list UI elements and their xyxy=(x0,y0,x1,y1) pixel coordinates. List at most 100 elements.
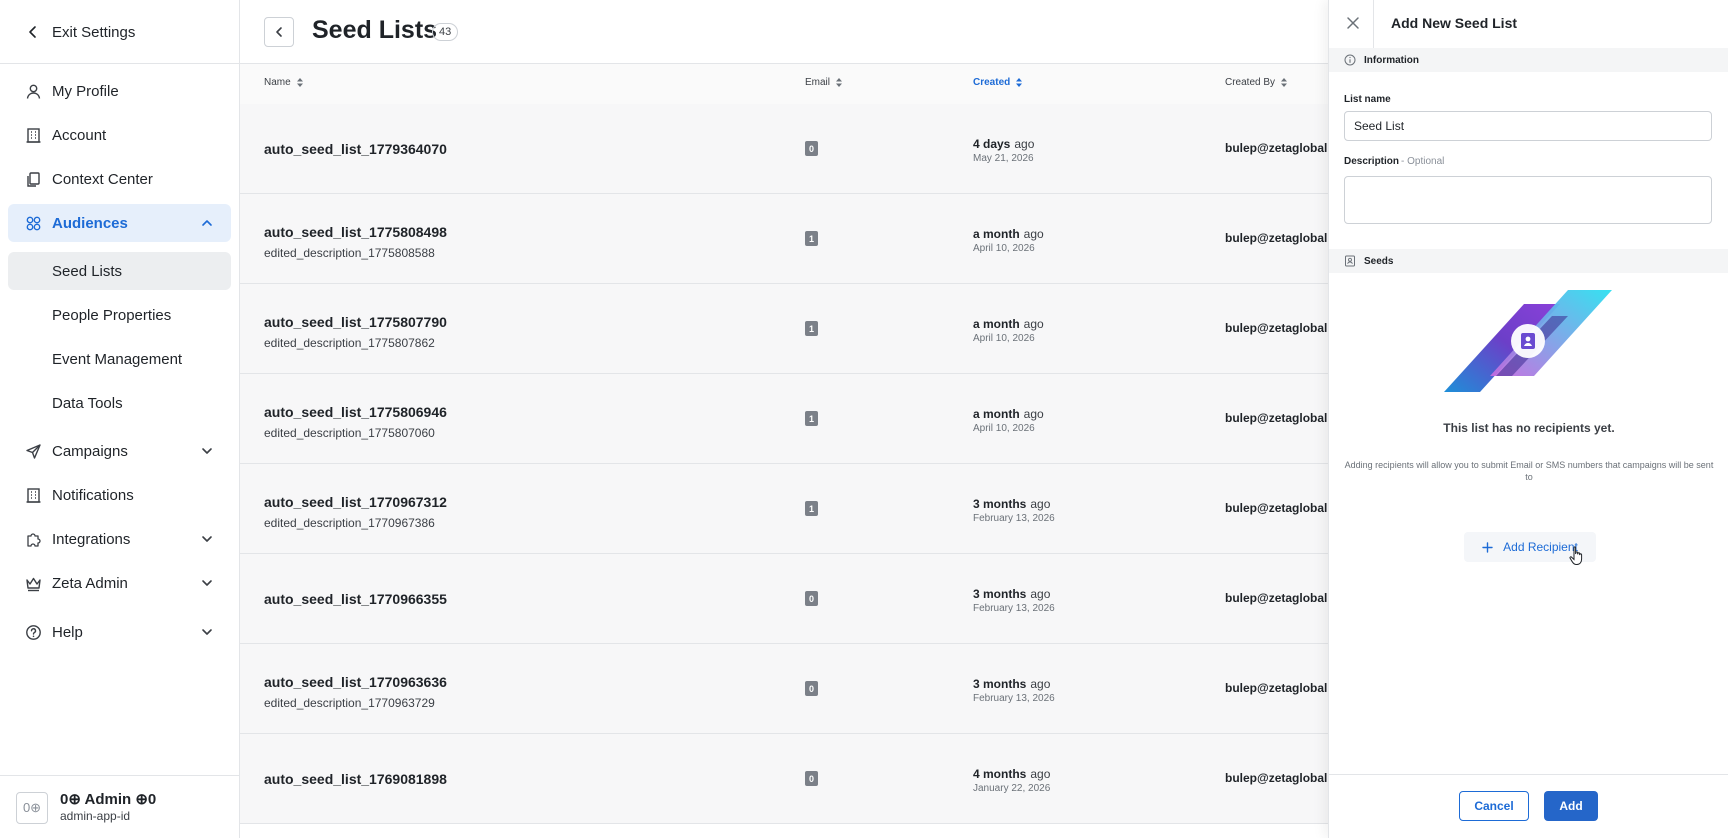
created-date: February 13, 2026 xyxy=(973,693,1055,704)
created-date: April 10, 2026 xyxy=(973,423,1035,434)
email-count-badge: 1 xyxy=(805,231,818,246)
created-relative: 3 months ago xyxy=(973,587,1051,601)
column-header-label: Name xyxy=(264,77,291,88)
sidebar-item-label: Campaigns xyxy=(52,442,128,460)
empty-state-description: Adding recipients will allow you to subm… xyxy=(1344,460,1714,482)
chevron-up-icon xyxy=(202,220,212,226)
empty-list-illustration-icon xyxy=(1444,290,1612,392)
row-name: auto_seed_list_1769081898 xyxy=(264,771,447,787)
panel-footer-divider xyxy=(1329,774,1728,775)
sidebar-item-audiences[interactable]: Audiences xyxy=(8,204,231,242)
sidebar-subitem-event-management[interactable]: Event Management xyxy=(8,340,231,378)
created-relative: 3 months ago xyxy=(973,497,1051,511)
back-button[interactable] xyxy=(264,17,294,47)
table-row[interactable]: auto_seed_list_1775806946 edited_descrip… xyxy=(240,374,1337,464)
row-name: auto_seed_list_1775806946 xyxy=(264,404,447,420)
sort-icon xyxy=(1016,78,1023,87)
cancel-button[interactable]: Cancel xyxy=(1459,791,1529,821)
paper-plane-icon xyxy=(25,443,42,460)
sidebar-subitem-people-properties[interactable]: People Properties xyxy=(8,296,231,334)
column-header-label: Email xyxy=(805,77,831,88)
user-profile-box[interactable]: 0⊕ 0⊕ Admin ⊕0 admin-app-id xyxy=(0,775,239,838)
created-by: bulep@zetaglobal.c xyxy=(1225,591,1338,605)
add-recipient-label: Add Recipient xyxy=(1503,540,1578,554)
sidebar-item-label: Help xyxy=(52,623,83,641)
close-icon[interactable] xyxy=(1345,15,1361,31)
info-icon xyxy=(1344,54,1356,66)
section-label: Seeds xyxy=(1364,255,1394,267)
table-row[interactable]: auto_seed_list_1770967312 edited_descrip… xyxy=(240,464,1337,554)
sidebar-item-integrations[interactable]: Integrations xyxy=(8,520,231,558)
chevron-left-icon xyxy=(276,27,282,37)
section-label: Information xyxy=(1364,54,1419,66)
sidebar-item-campaigns[interactable]: Campaigns xyxy=(8,432,231,470)
list-name-input[interactable]: Seed List xyxy=(1344,111,1712,141)
row-name: auto_seed_list_1779364070 xyxy=(264,141,447,157)
table-row[interactable]: auto_seed_list_1775807790 edited_descrip… xyxy=(240,284,1337,374)
row-name: auto_seed_list_1775807790 xyxy=(264,314,447,330)
add-button[interactable]: Add xyxy=(1544,791,1598,821)
panel-title: Add New Seed List xyxy=(1391,15,1518,31)
sidebar-item-help[interactable]: Help xyxy=(8,613,231,651)
avatar: 0⊕ xyxy=(16,792,48,824)
created-relative: 4 months ago xyxy=(973,767,1051,781)
sidebar-subitem-label: People Properties xyxy=(52,306,172,324)
created-by: bulep@zetaglobal.c xyxy=(1225,321,1338,335)
table-body: auto_seed_list_1779364070 0 4 days ago Ma… xyxy=(240,104,1337,824)
email-count-badge: 1 xyxy=(805,501,818,516)
table-row[interactable]: auto_seed_list_1775808498 edited_descrip… xyxy=(240,194,1337,284)
panel-title-divider xyxy=(1373,0,1374,48)
help-circle-icon xyxy=(25,624,42,641)
sidebar-item-label: Notifications xyxy=(52,486,134,504)
user-icon xyxy=(25,83,42,100)
exit-settings-button[interactable]: Exit Settings xyxy=(26,20,135,44)
section-information: Information xyxy=(1329,48,1728,72)
sidebar-item-notifications[interactable]: Notifications xyxy=(8,476,231,514)
sidebar-item-zeta-admin[interactable]: Zeta Admin xyxy=(8,564,231,602)
add-seed-list-panel: Add New Seed List Information List name … xyxy=(1328,0,1728,838)
email-count-badge: 0 xyxy=(805,591,818,606)
chevron-left-icon xyxy=(29,26,36,38)
email-count-badge: 0 xyxy=(805,141,818,156)
row-description: edited_description_1770967386 xyxy=(264,516,435,530)
table-row[interactable]: auto_seed_list_1779364070 0 4 days ago Ma… xyxy=(240,104,1337,194)
sidebar-subitem-data-tools[interactable]: Data Tools xyxy=(8,384,231,422)
created-date: February 13, 2026 xyxy=(973,603,1055,614)
user-name: 0⊕ Admin ⊕0 xyxy=(60,791,157,808)
building-icon xyxy=(25,127,42,144)
created-relative: a month ago xyxy=(973,227,1044,241)
sidebar-item-my-profile[interactable]: My Profile xyxy=(8,72,231,110)
section-seeds: Seeds xyxy=(1329,249,1728,273)
plus-icon xyxy=(1482,541,1493,553)
main-content: Seed Lists 43 Name Email Created Created… xyxy=(240,0,1337,838)
count-badge: 43 xyxy=(432,23,459,41)
row-name: auto_seed_list_1775808498 xyxy=(264,224,447,240)
sidebar-item-label: Integrations xyxy=(52,530,131,548)
created-relative: a month ago xyxy=(973,317,1044,331)
column-header-name[interactable]: Name xyxy=(264,77,303,88)
sidebar-item-label: Zeta Admin xyxy=(52,574,128,592)
sidebar-item-label: Audiences xyxy=(52,214,128,232)
sidebar: Exit Settings My Profile Account Context… xyxy=(0,0,240,838)
sidebar-subitem-seed-lists[interactable]: Seed Lists xyxy=(8,252,231,290)
building-icon xyxy=(25,487,42,504)
chevron-down-icon xyxy=(202,536,212,542)
sidebar-item-account[interactable]: Account xyxy=(8,116,231,154)
row-description: edited_description_1775807060 xyxy=(264,426,435,440)
sidebar-subitem-label: Seed Lists xyxy=(52,262,123,280)
table-row[interactable]: auto_seed_list_1770963636 edited_descrip… xyxy=(240,644,1337,734)
column-header-created-by[interactable]: Created By xyxy=(1225,77,1288,88)
user-app-id: admin-app-id xyxy=(60,809,131,823)
column-header-email[interactable]: Email xyxy=(805,77,843,88)
email-count-badge: 1 xyxy=(805,411,818,426)
description-textarea[interactable] xyxy=(1344,176,1712,224)
sidebar-item-label: Account xyxy=(52,126,107,144)
table-row[interactable]: auto_seed_list_1770966355 0 3 months ago … xyxy=(240,554,1337,644)
sidebar-item-context-center[interactable]: Context Center xyxy=(8,160,231,198)
created-date: May 21, 2026 xyxy=(973,153,1034,164)
row-name: auto_seed_list_1770967312 xyxy=(264,494,447,510)
created-by: bulep@zetaglobal.c xyxy=(1225,141,1338,155)
table-row[interactable]: auto_seed_list_1769081898 0 4 months ago … xyxy=(240,734,1337,824)
column-header-created[interactable]: Created xyxy=(973,77,1023,88)
pointer-cursor-icon xyxy=(1569,546,1583,565)
